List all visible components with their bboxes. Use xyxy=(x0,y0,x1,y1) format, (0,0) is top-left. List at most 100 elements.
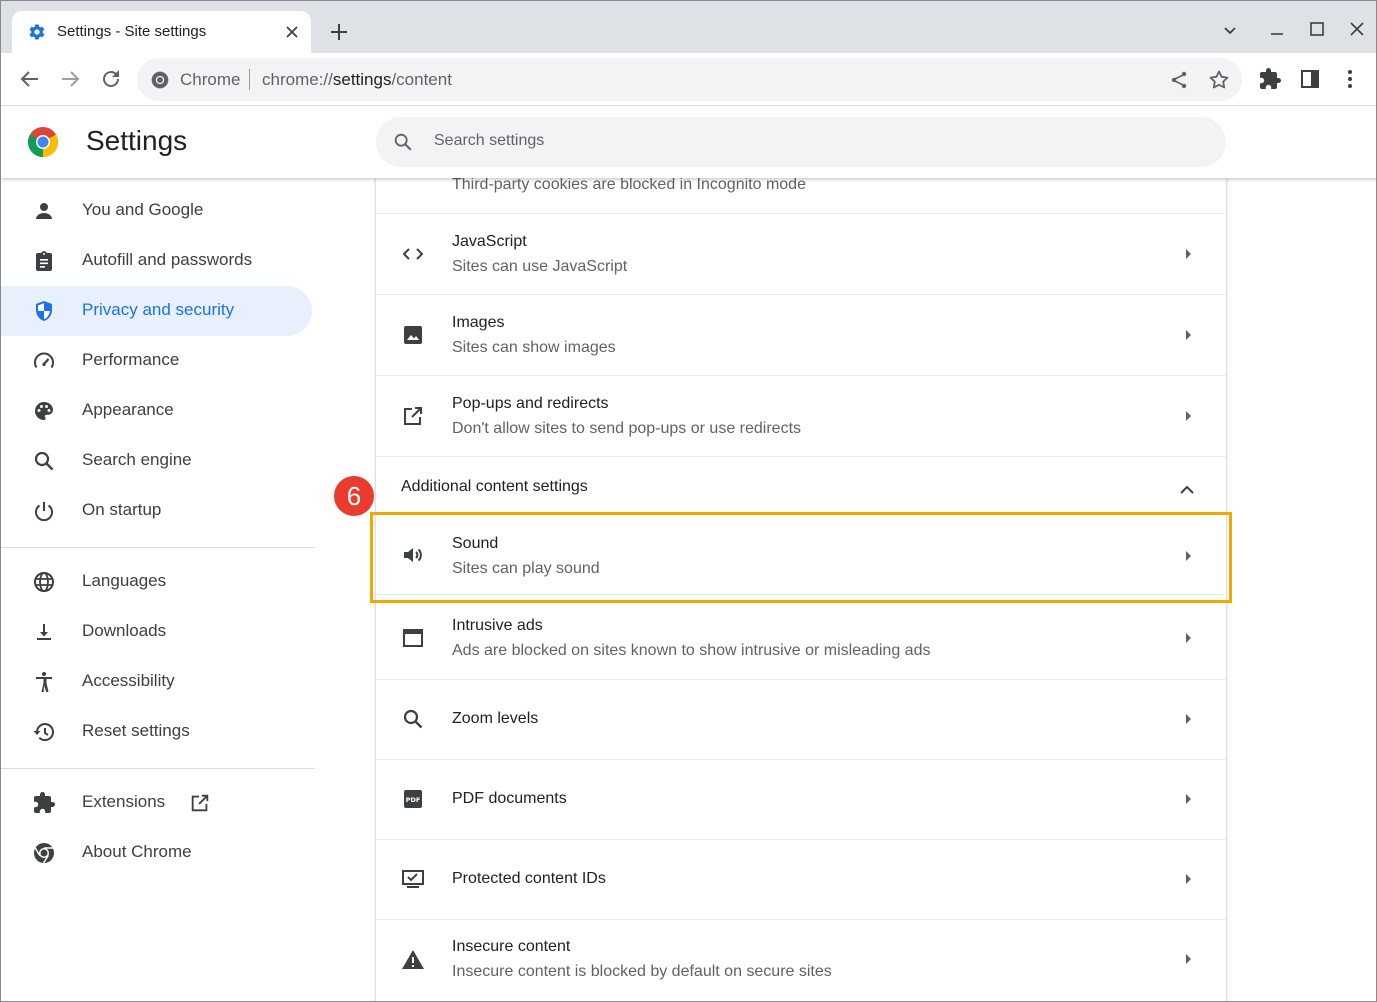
download-icon xyxy=(37,624,51,640)
sidebar-item-autofill[interactable]: Autofill and passwords xyxy=(1,236,312,286)
bookmark-star-icon[interactable] xyxy=(1207,68,1231,92)
sidebar-item-appearance[interactable]: Appearance xyxy=(1,386,312,436)
row-title: Zoom levels xyxy=(452,710,539,727)
palette-icon xyxy=(35,402,53,420)
chrome-logo-icon xyxy=(27,127,59,157)
chevron-right-icon xyxy=(1186,411,1191,421)
javascript-row[interactable]: JavaScript Sites can use JavaScript xyxy=(376,213,1226,294)
clipboard-icon xyxy=(36,251,52,271)
row-title: JavaScript xyxy=(452,233,527,250)
sidebar-item-label: Appearance xyxy=(82,400,174,419)
sidebar-item-search-engine[interactable]: Search engine xyxy=(1,436,312,486)
url-path: /content xyxy=(391,70,452,89)
sidebar-item-languages[interactable]: Languages xyxy=(1,557,312,607)
chrome-icon xyxy=(34,843,54,864)
sidebar-item-downloads[interactable]: Downloads xyxy=(1,607,312,657)
row-title: Protected content IDs xyxy=(452,870,606,887)
svg-text:PDF: PDF xyxy=(406,796,421,804)
row-title: PDF documents xyxy=(452,790,567,807)
pdf-documents-row[interactable]: PDF PDF documents xyxy=(376,759,1226,839)
sidebar-item-on-startup[interactable]: On startup xyxy=(1,486,312,536)
side-panel-icon[interactable] xyxy=(1298,67,1322,91)
chevron-right-icon xyxy=(1186,714,1191,724)
more-vertical-icon[interactable] xyxy=(1338,67,1362,91)
insecure-content-row[interactable]: Insecure content Insecure content is blo… xyxy=(376,919,1226,1001)
chrome-logo-icon xyxy=(151,71,169,89)
person-icon xyxy=(36,203,52,219)
chevron-right-icon xyxy=(1186,874,1191,884)
close-icon[interactable] xyxy=(282,22,302,42)
sidebar-item-accessibility[interactable]: Accessibility xyxy=(1,657,312,707)
url-text[interactable]: chrome://settings/content xyxy=(262,70,452,90)
address-bar[interactable]: Chrome chrome://settings/content xyxy=(137,58,1242,101)
protected-content-icon xyxy=(402,870,424,888)
row-subtitle: Ads are blocked on sites known to show i… xyxy=(452,642,931,659)
sound-row-highlight xyxy=(370,512,1232,603)
forward-arrow-icon[interactable] xyxy=(58,67,82,91)
sidebar-item-you-and-google[interactable]: You and Google xyxy=(1,186,312,236)
protected-content-ids-row[interactable]: Protected content IDs xyxy=(376,839,1226,919)
row-subtitle: Sites can show images xyxy=(452,339,616,356)
section-title: Additional content settings xyxy=(401,478,588,495)
tab-strip: Settings - Site settings xyxy=(1,1,1376,53)
popups-redirects-row[interactable]: Pop-ups and redirects Don't allow sites … xyxy=(376,375,1226,456)
sidebar-item-label: About Chrome xyxy=(82,842,192,861)
search-settings-input[interactable]: Search settings xyxy=(376,117,1226,167)
search-placeholder: Search settings xyxy=(434,132,545,149)
sidebar-item-label: On startup xyxy=(82,500,162,519)
tab-settings[interactable]: Settings - Site settings xyxy=(12,11,311,53)
chevron-up-icon xyxy=(1180,485,1194,494)
sidebar-item-label: Autofill and passwords xyxy=(82,250,253,269)
sidebar-item-label: Reset settings xyxy=(82,721,190,740)
row-title: Insecure content xyxy=(452,938,571,955)
chevron-right-icon xyxy=(1186,794,1191,804)
open-in-new-icon xyxy=(191,794,209,812)
sidebar-item-extensions[interactable]: Extensions xyxy=(1,778,312,828)
open-in-new-icon xyxy=(404,407,422,425)
sidebar-item-label: Downloads xyxy=(82,621,167,640)
extensions-puzzle-icon[interactable] xyxy=(1258,67,1282,91)
sidebar-item-about-chrome[interactable]: About Chrome xyxy=(1,828,312,878)
sidebar-item-label: You and Google xyxy=(82,200,204,219)
row-subtitle: Sites can use JavaScript xyxy=(452,258,628,275)
sidebar-item-performance[interactable]: Performance xyxy=(1,336,312,386)
sidebar-item-reset-settings[interactable]: Reset settings xyxy=(1,707,312,757)
search-icon xyxy=(394,133,412,151)
accessibility-icon xyxy=(36,672,52,692)
minimize-icon[interactable] xyxy=(1266,19,1288,41)
url-host: settings xyxy=(332,70,392,89)
url-scheme: chrome:// xyxy=(262,70,333,89)
puzzle-icon xyxy=(34,792,55,813)
images-row[interactable]: Images Sites can show images xyxy=(376,294,1226,375)
share-icon[interactable] xyxy=(1167,68,1191,92)
row-title: Intrusive ads xyxy=(452,617,543,634)
new-tab-plus-icon[interactable] xyxy=(328,21,350,43)
chevron-right-icon xyxy=(1186,633,1191,643)
tab-title: Settings - Site settings xyxy=(57,23,207,40)
warning-icon xyxy=(402,950,424,969)
settings-header: Settings Search settings xyxy=(1,107,1376,178)
zoom-levels-row[interactable]: Zoom levels xyxy=(376,679,1226,759)
pdf-icon: PDF xyxy=(404,790,422,808)
page-title: Settings xyxy=(86,125,188,156)
sidebar-item-privacy-and-security[interactable]: Privacy and security xyxy=(1,286,312,336)
browser-window: Settings - Site settings Chrome chrome:/… xyxy=(0,0,1377,1002)
omnibox-chip-label: Chrome xyxy=(180,70,241,89)
web-asset-icon xyxy=(403,629,423,647)
chevron-right-icon xyxy=(1186,330,1191,340)
globe-icon xyxy=(34,572,54,592)
window-close-icon[interactable] xyxy=(1346,19,1368,41)
intrusive-ads-row[interactable]: Intrusive ads Ads are blocked on sites k… xyxy=(376,594,1226,679)
back-arrow-icon[interactable] xyxy=(18,67,42,91)
sidebar-item-label: Accessibility xyxy=(82,671,175,690)
power-icon xyxy=(35,502,53,522)
speedometer-icon xyxy=(34,352,54,369)
maximize-icon[interactable] xyxy=(1306,19,1328,41)
tab-search-chevron-down-icon[interactable] xyxy=(1219,19,1241,41)
code-icon xyxy=(402,248,424,260)
additional-content-settings-toggle[interactable]: Additional content settings xyxy=(376,456,1226,512)
step-number-badge: 6 xyxy=(334,476,374,516)
settings-sidebar: You and Google Autofill and passwords Pr… xyxy=(1,178,321,1001)
chevron-right-icon xyxy=(1186,249,1191,259)
reload-icon[interactable] xyxy=(99,67,123,91)
